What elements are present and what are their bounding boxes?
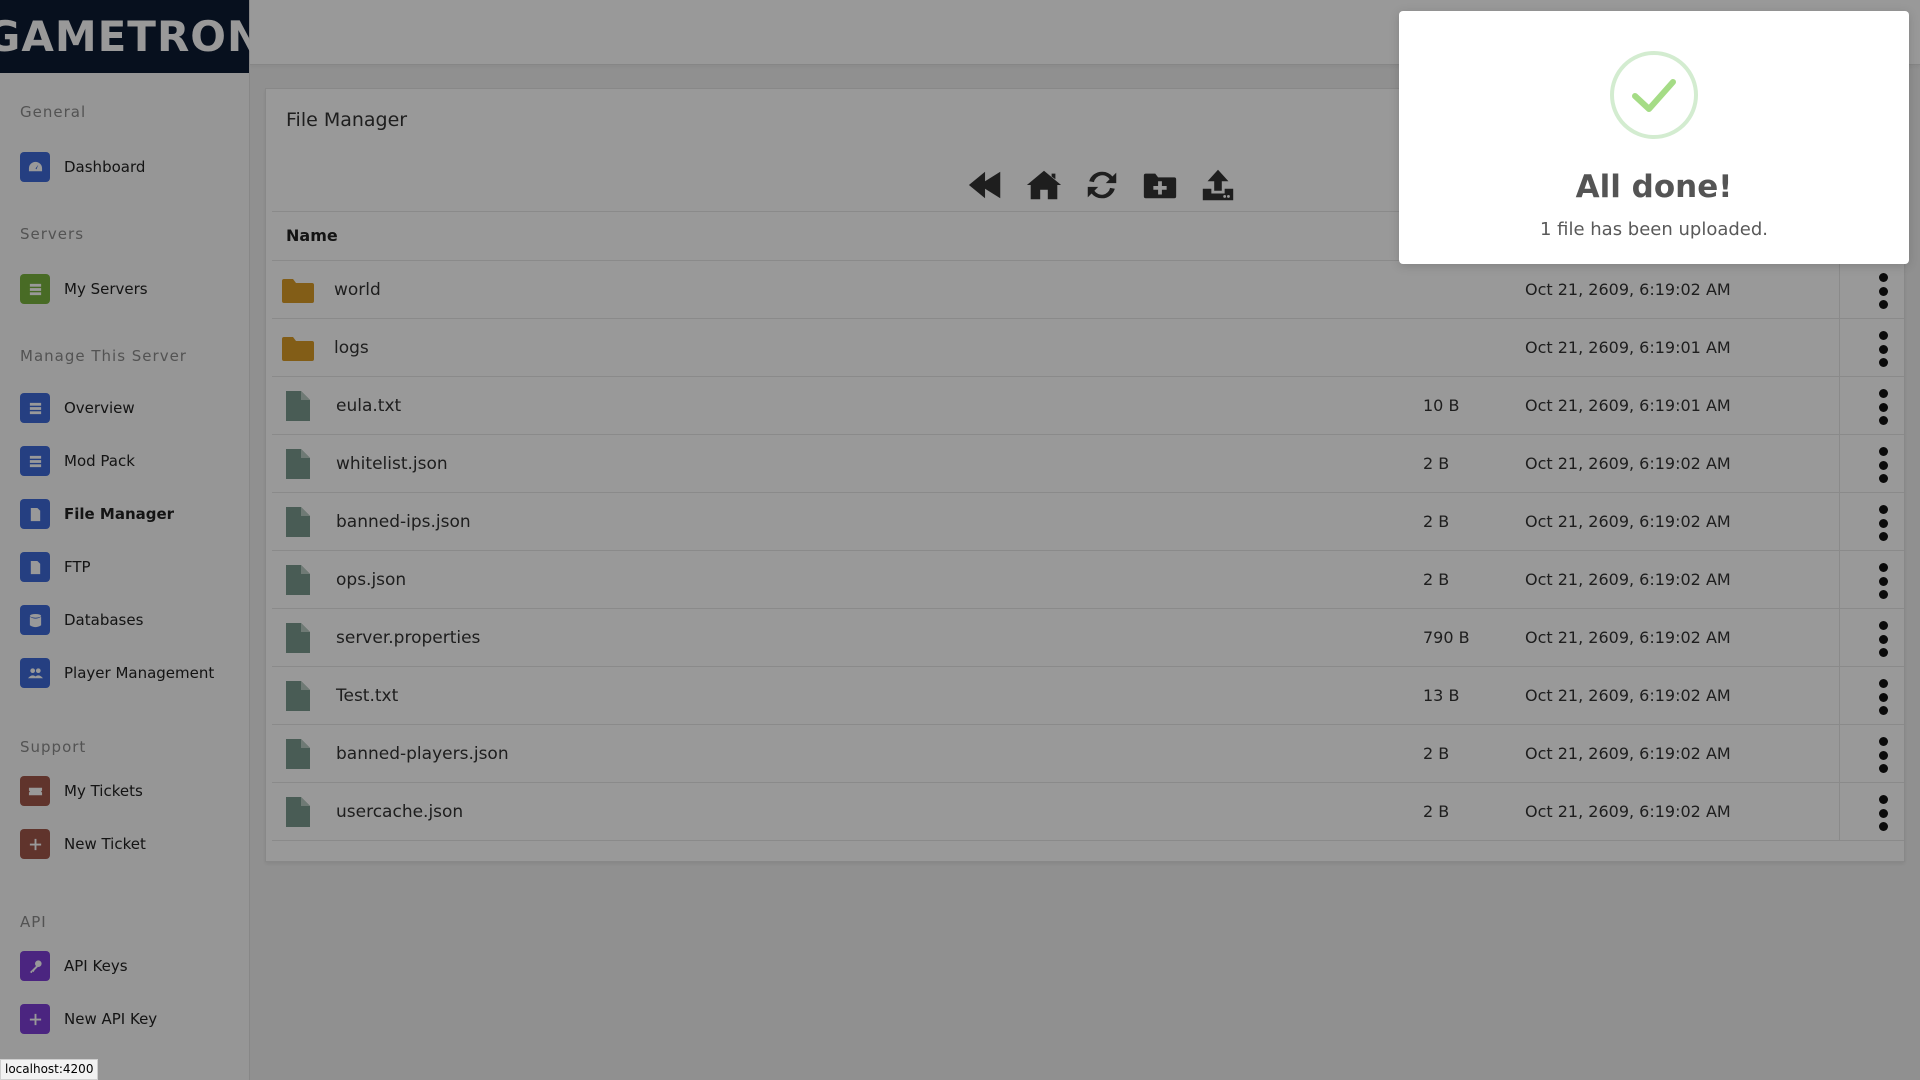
- upload-success-dialog: All done! 1 file has been uploaded.: [1399, 11, 1909, 264]
- dialog-title: All done!: [1575, 169, 1733, 205]
- status-bar-url: localhost:4200: [0, 1059, 99, 1080]
- success-circle: [1610, 51, 1698, 139]
- dialog-message: 1 file has been uploaded.: [1539, 219, 1769, 240]
- check-icon: [1632, 79, 1676, 112]
